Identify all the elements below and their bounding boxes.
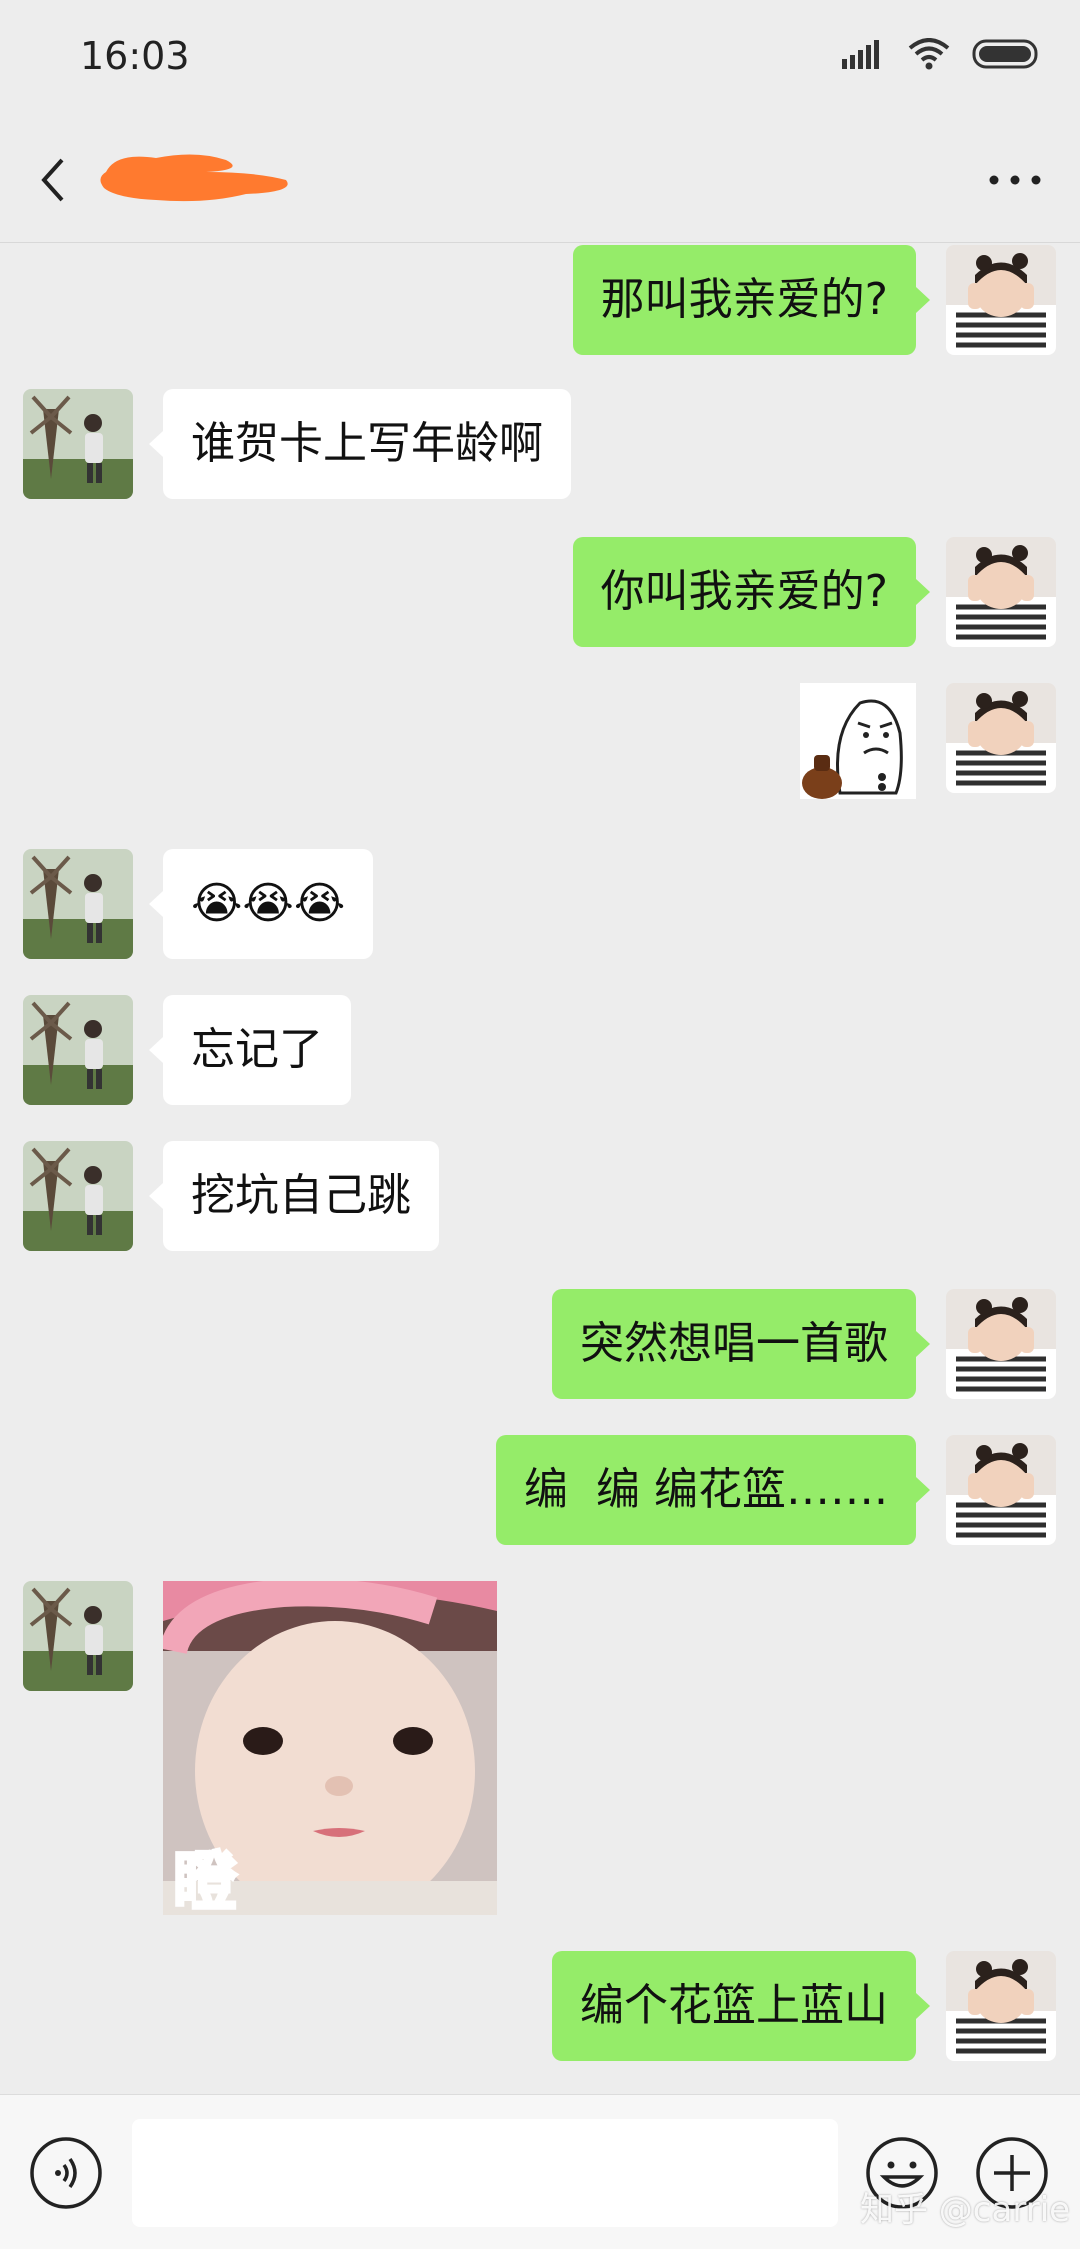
message-row: 你叫我亲爱的?	[0, 535, 1080, 665]
redaction-mark	[100, 154, 288, 202]
battery-icon	[972, 39, 1038, 69]
message-bubble[interactable]: 编个花篮上蓝山	[552, 1951, 930, 2061]
message-row: 编个花篮上蓝山	[0, 1949, 1080, 2079]
girl-avatar-image	[946, 245, 1056, 355]
contact-avatar[interactable]	[23, 995, 133, 1105]
contact-avatar[interactable]	[23, 1141, 133, 1251]
boy-windmill-avatar-image	[23, 1581, 133, 1691]
status-time: 16:03	[80, 34, 190, 78]
girl-avatar-image	[946, 683, 1056, 793]
boy-windmill-avatar-image	[23, 849, 133, 959]
status-bar: 16:03	[0, 0, 1080, 120]
sticker-message[interactable]: 瞪	[163, 1581, 497, 1915]
more-button[interactable]	[980, 150, 1050, 210]
voice-button[interactable]	[28, 2135, 104, 2211]
my-avatar[interactable]	[946, 537, 1056, 647]
message-row: 突然想唱一首歌	[0, 1289, 1080, 1419]
voice-icon	[30, 2137, 102, 2209]
message-row: 编 编 编花篮…….	[0, 1435, 1080, 1565]
boy-windmill-avatar-image	[23, 995, 133, 1105]
girl-avatar-image	[946, 1289, 1056, 1399]
contact-avatar[interactable]	[23, 849, 133, 959]
message-bubble[interactable]: 你叫我亲爱的?	[572, 537, 931, 647]
message-bubble[interactable]: 谁贺卡上写年龄啊	[149, 389, 571, 499]
message-input[interactable]	[132, 2119, 838, 2227]
my-avatar[interactable]	[946, 1951, 1056, 2061]
signal-icon	[842, 40, 879, 69]
message-bubble[interactable]: 挖坑自己跳	[149, 1141, 439, 1251]
my-avatar[interactable]	[946, 1435, 1056, 1545]
more-icon	[989, 175, 1041, 185]
back-icon	[41, 158, 64, 202]
my-avatar[interactable]	[946, 1289, 1056, 1399]
message-row	[0, 683, 1080, 813]
boy-windmill-avatar-image	[23, 1141, 133, 1251]
contact-avatar[interactable]	[23, 1581, 133, 1691]
contact-avatar[interactable]	[23, 389, 133, 499]
sticker-message[interactable]	[800, 683, 916, 799]
girl-avatar-image	[946, 1435, 1056, 1545]
message-bubble[interactable]: 😭😭😭	[148, 849, 374, 959]
message-list[interactable]: 那叫我亲爱的? 谁贺卡上写年龄啊 你叫我亲爱的? 😭😭😭 忘记了 挖坑自己跳 突…	[0, 243, 1080, 2093]
message-row: 忘记了	[0, 995, 1080, 1125]
message-row: 挖坑自己跳	[0, 1141, 1080, 1271]
boy-windmill-avatar-image	[23, 389, 133, 499]
message-bubble[interactable]: 忘记了	[149, 995, 351, 1105]
message-row: 谁贺卡上写年龄啊	[0, 389, 1080, 519]
message-row: 😭😭😭	[0, 849, 1080, 979]
message-bubble[interactable]: 那叫我亲爱的?	[572, 245, 931, 355]
my-avatar[interactable]	[946, 245, 1056, 355]
contact-name-redacted	[96, 142, 296, 212]
message-row: 那叫我亲爱的?	[0, 243, 1080, 373]
wifi-icon	[908, 38, 950, 70]
sticker-caption: 瞪	[172, 1845, 239, 1916]
meme-face-sticker-icon	[800, 683, 916, 799]
back-button[interactable]	[30, 150, 80, 210]
message-bubble[interactable]: 突然想唱一首歌	[552, 1289, 930, 1399]
message-row: 瞪	[0, 1581, 1080, 1921]
message-bubble[interactable]: 编 编 编花篮…….	[496, 1435, 930, 1545]
my-avatar[interactable]	[946, 683, 1056, 793]
status-icons	[842, 38, 1042, 70]
girl-avatar-image	[946, 537, 1056, 647]
girl-avatar-image	[946, 1951, 1056, 2061]
chat-header	[0, 120, 1080, 243]
watermark: 知乎 @carrie	[860, 2190, 1071, 2230]
